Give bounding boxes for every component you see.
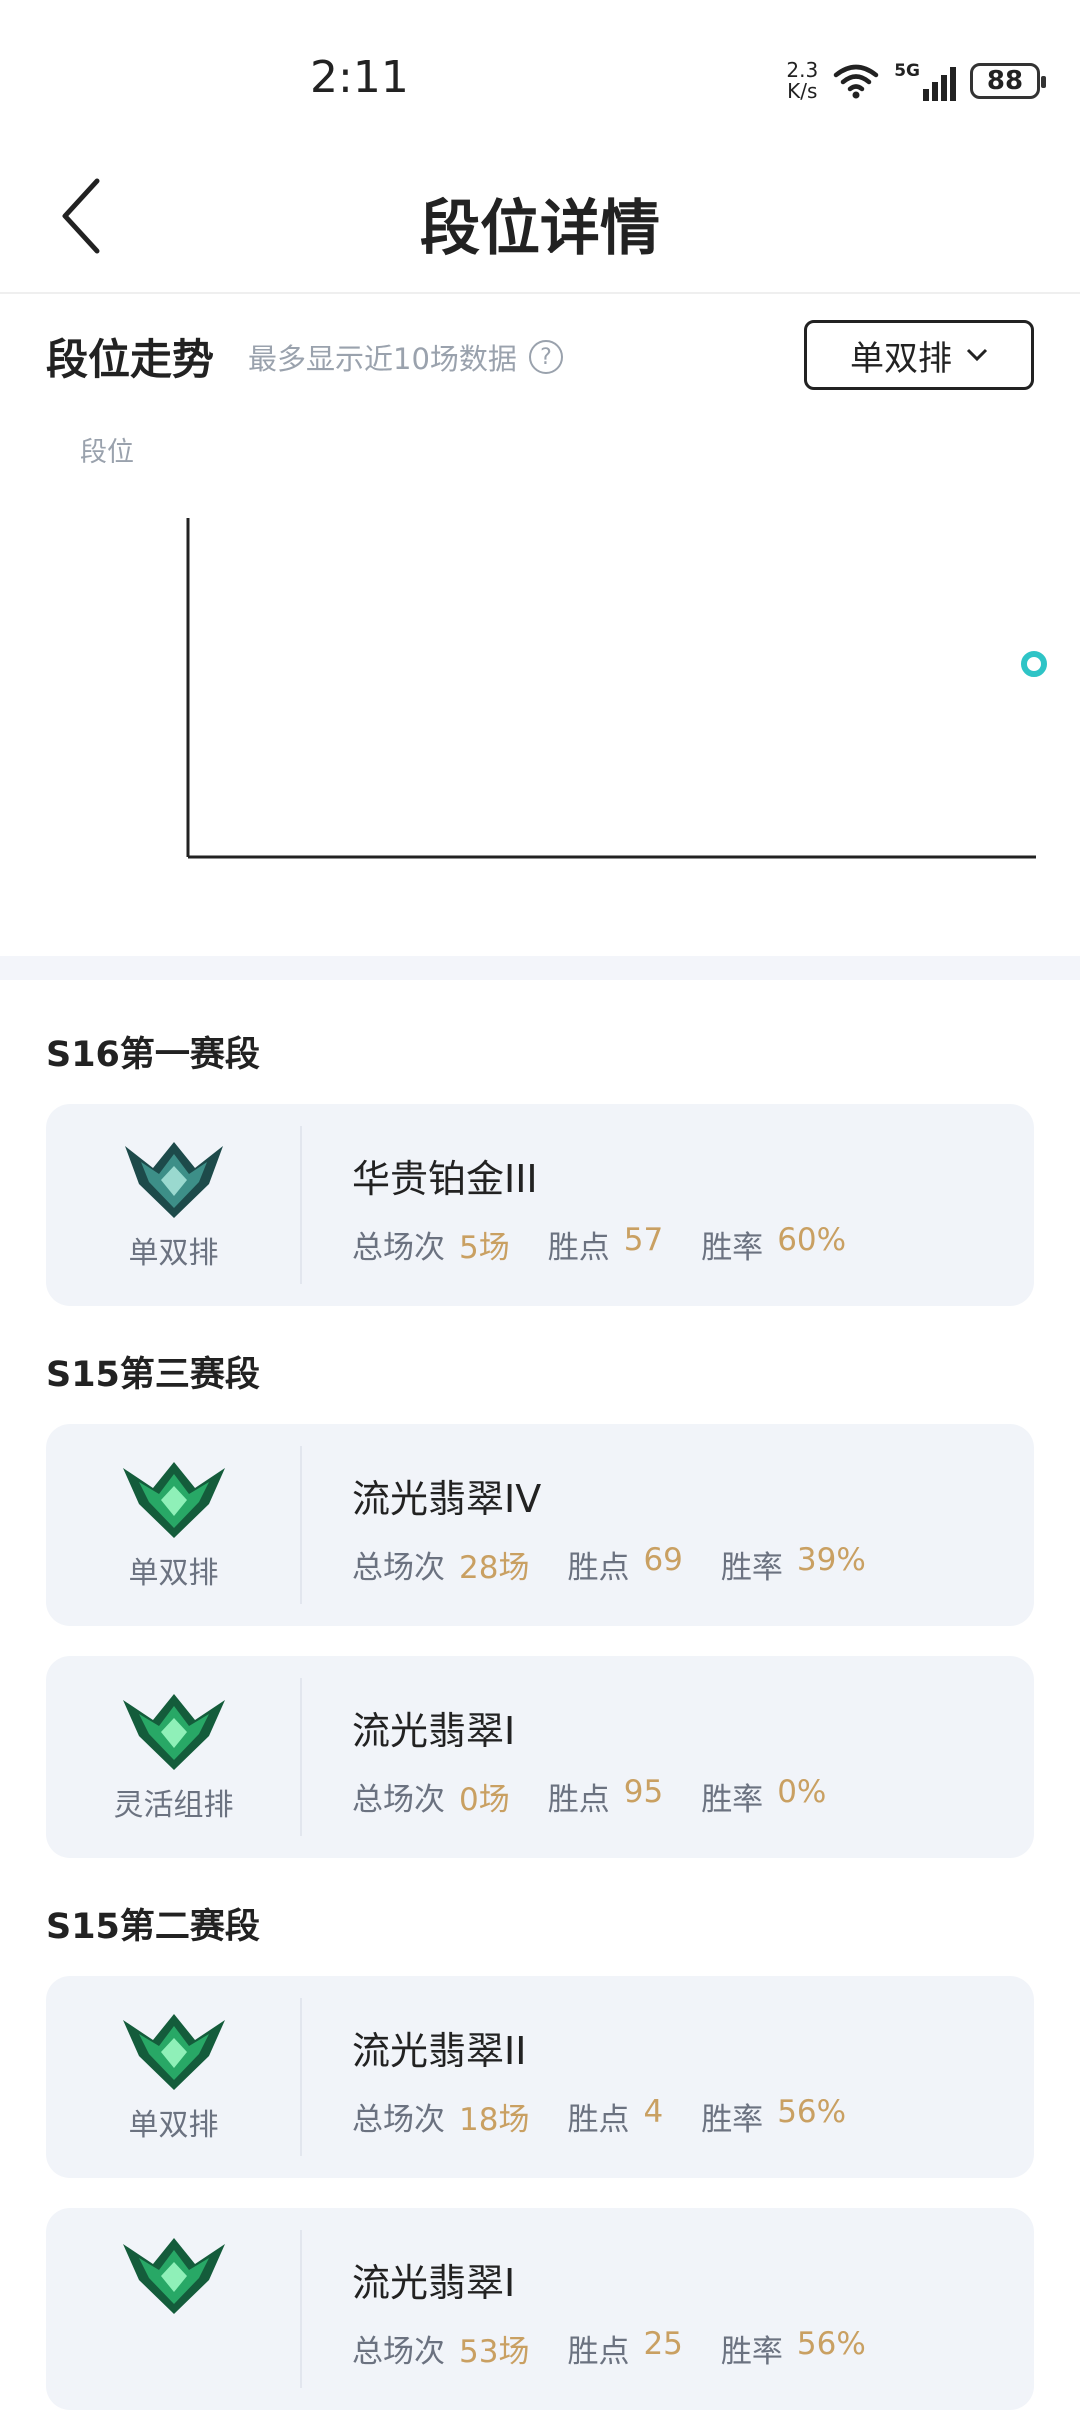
win-rate: 39% (796, 1542, 866, 1578)
queue-name: 灵活组排 (113, 1788, 234, 1823)
season-title: S15第二赛段 (46, 1907, 260, 1947)
emerald-emblem-icon (122, 2238, 225, 2314)
rank-card[interactable]: 单双排 流光翡翠II 总场次 18场 胜点 4 胜率 56% (46, 1976, 1034, 2178)
emerald-emblem-icon (122, 1694, 225, 1770)
rank-stats: 总场次 53场 胜点 25 胜率 56% (352, 2326, 866, 2370)
rank-stats: 总场次 28场 胜点 69 胜率 39% (352, 1542, 866, 1586)
status-icons: 2.3 K/s 5G 88 (786, 56, 1046, 106)
queue-name: 单双排 (128, 1556, 219, 1591)
league-points: 69 (643, 1542, 683, 1578)
page-header: 段位详情 (0, 150, 1080, 294)
emerald-emblem-icon (122, 1462, 225, 1538)
tier-name: 流光翡翠IV (352, 1477, 542, 1521)
rank-stats: 总场次 18场 胜点 4 胜率 56% (352, 2094, 847, 2138)
win-rate: 56% (796, 2326, 866, 2362)
network-speed: 2.3 K/s (786, 58, 819, 103)
rank-card[interactable]: 单双排 流光翡翠IV 总场次 28场 胜点 69 胜率 39% (46, 1424, 1034, 1626)
status-bar: 2:11 2.3 K/s 5G 88 (0, 0, 1080, 150)
cell-signal-icon: 5G (894, 61, 956, 101)
win-rate: 60% (777, 1222, 847, 1258)
rank-card[interactable]: 灵活组排 流光翡翠I 总场次 0场 胜点 95 胜率 0% (46, 1656, 1034, 1858)
tier-name: 流光翡翠I (352, 2261, 516, 2305)
rank-card[interactable]: 流光翡翠I 总场次 53场 胜点 25 胜率 56% (46, 2208, 1034, 2410)
games-count: 5场 (459, 1230, 510, 1266)
battery-icon: 88 (970, 63, 1046, 99)
wifi-icon (833, 64, 879, 99)
emerald-emblem-icon (122, 2014, 225, 2090)
rank-stats: 总场次 0场 胜点 95 胜率 0% (352, 1774, 827, 1818)
rank-trend-section: 段位走势 最多显示近10场数据 ? 单双排 段位 (0, 296, 1080, 956)
games-count: 53场 (459, 2334, 530, 2370)
tier-name: 流光翡翠I (352, 1709, 516, 1753)
rank-card[interactable]: 单双排 华贵铂金III 总场次 5场 胜点 57 胜率 60% (46, 1104, 1034, 1306)
league-points: 4 (643, 2094, 664, 2130)
tier-name: 华贵铂金III (352, 1157, 538, 1201)
status-time: 2:11 (310, 52, 409, 103)
games-count: 18场 (459, 2102, 530, 2138)
platinum-emblem-icon (124, 1142, 223, 1218)
section-divider (0, 956, 1080, 980)
page-title: 段位详情 (420, 194, 660, 264)
games-count: 28场 (459, 1550, 530, 1586)
season-title: S16第一赛段 (46, 1035, 260, 1075)
queue-name: 单双排 (128, 1236, 219, 1271)
league-points: 57 (623, 1222, 664, 1258)
rank-trend-chart (186, 518, 1047, 859)
league-points: 25 (643, 2326, 683, 2362)
league-points: 95 (623, 1774, 664, 1810)
chart-data-point (1021, 651, 1047, 677)
games-count: 0场 (459, 1782, 510, 1818)
win-rate: 0% (777, 1774, 827, 1810)
win-rate: 56% (777, 2094, 847, 2130)
tier-name: 流光翡翠II (352, 2029, 527, 2073)
rank-stats: 总场次 5场 胜点 57 胜率 60% (352, 1222, 847, 1266)
queue-name: 单双排 (128, 2108, 219, 2143)
season-title: S15第三赛段 (46, 1355, 260, 1395)
